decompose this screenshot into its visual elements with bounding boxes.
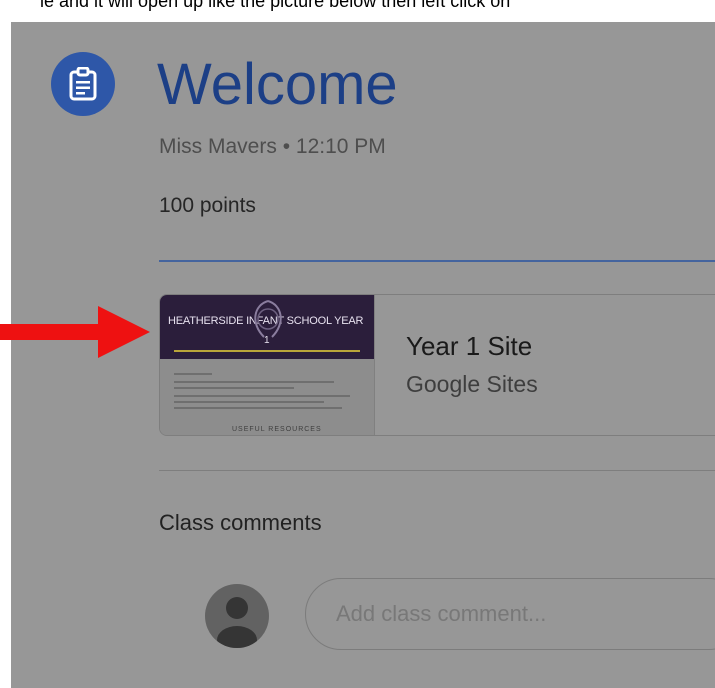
red-arrow-icon xyxy=(0,306,150,358)
avatar xyxy=(205,584,269,648)
assignment-title: Welcome xyxy=(157,52,398,117)
thumbnail-text-line xyxy=(174,401,324,403)
thumbnail-footer: USEFUL RESOURCES xyxy=(232,426,322,433)
divider xyxy=(159,260,715,262)
meta-separator: • xyxy=(282,135,291,158)
class-comments-heading: Class comments xyxy=(159,510,322,535)
thumbnail-text-line xyxy=(174,395,350,397)
instruction-text: le and it will open up like the picture … xyxy=(0,0,715,22)
thumbnail-gold-line xyxy=(174,350,360,352)
class-comment-input[interactable]: Add class comment... xyxy=(305,578,715,650)
author-name: Miss Mavers xyxy=(159,135,277,158)
attachment-card[interactable]: HEATHERSIDE INFANT SCHOOL YEAR 1 USEFUL … xyxy=(159,294,715,436)
thumbnail-text-line xyxy=(174,407,342,409)
assignment-meta: Miss Mavers • 12:10 PM xyxy=(159,135,386,159)
thumbnail-text-line xyxy=(174,387,294,389)
thumbnail-number: 1 xyxy=(264,335,270,346)
posted-time: 12:10 PM xyxy=(295,135,386,158)
assignment-points: 100 points xyxy=(159,194,256,217)
instruction-line: le and it will open up like the picture … xyxy=(40,0,511,11)
thumbnail-text-line xyxy=(174,381,334,383)
divider xyxy=(159,470,715,471)
thumbnail-text-line xyxy=(174,373,212,375)
person-icon xyxy=(217,597,257,648)
attachment-type: Google Sites xyxy=(406,371,538,397)
thumbnail-banner: HEATHERSIDE INFANT SCHOOL YEAR 1 xyxy=(160,295,374,359)
attachment-title[interactable]: Year 1 Site xyxy=(406,331,532,362)
assignment-icon xyxy=(51,52,115,116)
attachment-thumbnail: HEATHERSIDE INFANT SCHOOL YEAR 1 USEFUL … xyxy=(160,295,375,435)
